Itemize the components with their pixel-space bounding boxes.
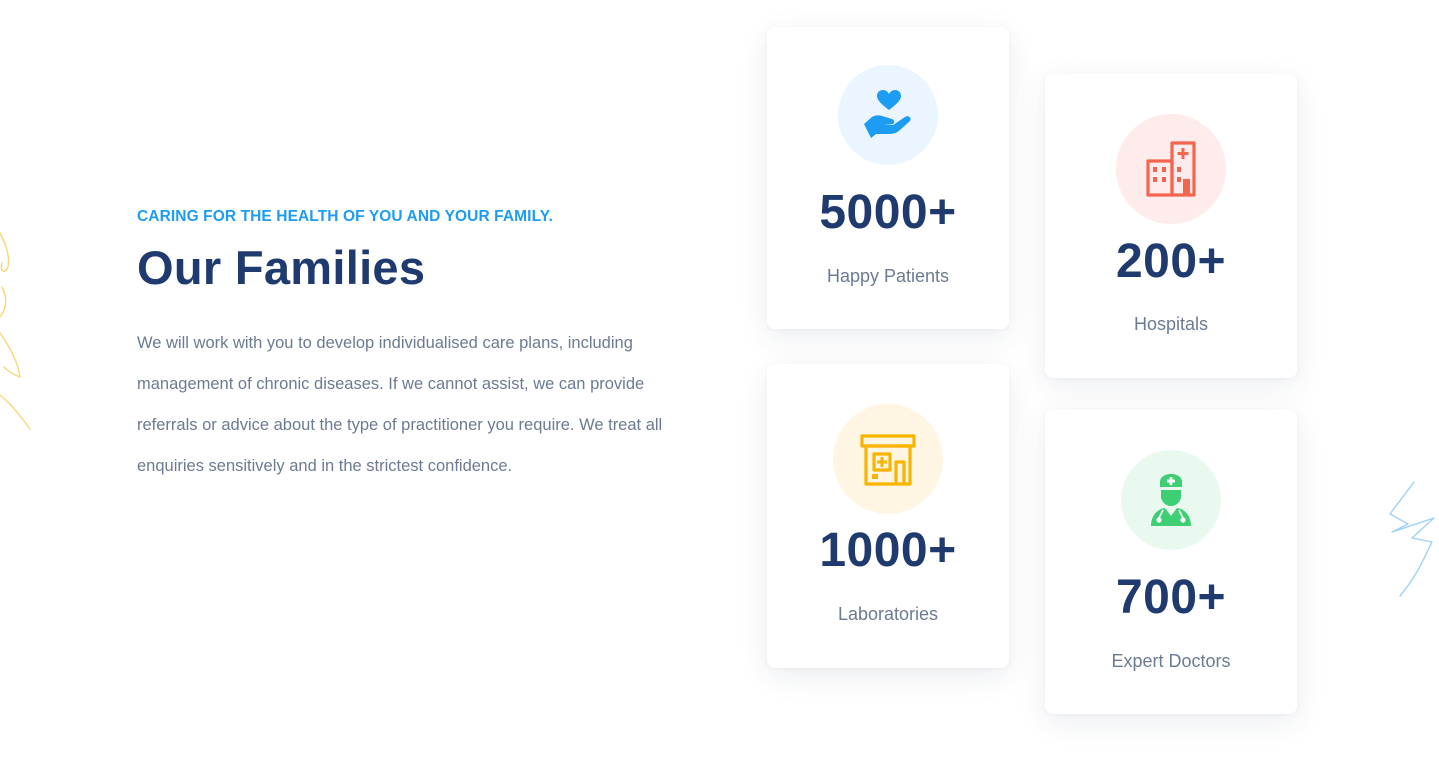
stat-count: 700+ [1115,571,1227,624]
icon-circle [833,404,943,514]
section-title: Our Families [137,241,426,294]
hospital-building-icon [1146,141,1196,197]
section-subtitle: CARING FOR THE HEALTH OF YOU AND YOUR FA… [137,208,553,225]
doctor-icon [1151,474,1191,526]
icon-circle [1121,450,1221,550]
left-scribble-decoration [0,232,31,430]
stat-card-expert-doctors: 700+ Expert Doctors [1045,410,1297,714]
stat-label: Expert Doctors [1111,651,1231,671]
stat-card-hospitals: 200+ Hospitals [1045,74,1297,378]
laboratory-building-icon [860,434,916,486]
stat-card-laboratories: 1000+ Laboratories [767,364,1009,668]
section-description: We will work with you to develop individ… [137,334,663,475]
stat-label: Hospitals [1133,314,1209,334]
stat-label: Happy Patients [826,266,950,286]
stat-label: Laboratories [837,604,939,624]
intro-section: CARING FOR THE HEALTH OF YOU AND YOUR FA… [137,207,677,487]
stat-count: 5000+ [819,186,957,239]
stat-count: 200+ [1115,235,1227,288]
stat-count: 1000+ [819,524,957,577]
right-scribble-decoration [1389,481,1435,597]
icon-circle [1116,114,1226,224]
stat-card-happy-patients: 5000+ Happy Patients [767,27,1009,329]
icon-circle [838,65,938,165]
heart-hand-icon [864,90,911,138]
